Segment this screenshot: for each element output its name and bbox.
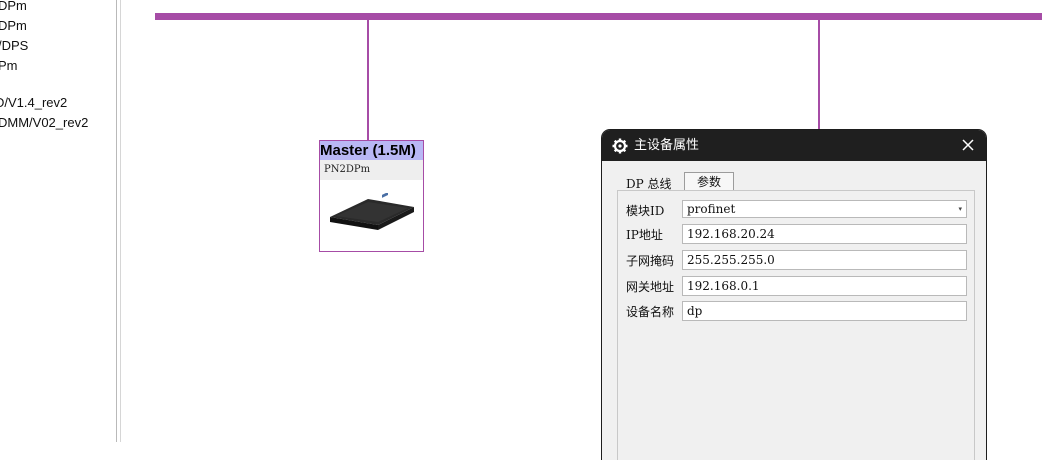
gear-icon — [612, 138, 628, 154]
module-id-label: 模块ID — [626, 204, 665, 218]
master-properties-dialog: 主设备属性 DP 总线 参数 模块ID profinet ▾ IP地址 192.… — [602, 130, 986, 460]
bus-drop-line — [367, 20, 369, 140]
dialog-titlebar[interactable]: 主设备属性 — [602, 130, 986, 161]
tree-item[interactable]: D/V1.4_rev2 — [0, 95, 67, 110]
close-icon[interactable] — [960, 137, 976, 153]
master-device-block[interactable]: Master (1.5M) PN2DPm — [319, 140, 424, 252]
tab-params[interactable]: 参数 — [684, 172, 734, 191]
mini-pc-image — [330, 193, 414, 230]
module-id-value: profinet — [687, 202, 736, 216]
ip-label: IP地址 — [626, 228, 663, 242]
panel-splitter[interactable] — [116, 0, 117, 442]
tree-item[interactable]: /DPS — [0, 38, 28, 53]
tree-item[interactable]: DPm — [0, 18, 27, 33]
ip-field[interactable]: 192.168.20.24 — [682, 224, 967, 244]
tree-item[interactable]: DPm — [0, 0, 27, 13]
tree-item[interactable]: DMM/V02_rev2 — [0, 115, 88, 130]
device-name-label: 设备名称 — [626, 305, 675, 319]
module-id-select[interactable]: profinet ▾ — [682, 200, 967, 218]
master-device-title: Master (1.5M) — [320, 141, 423, 160]
master-device-model: PN2DPm — [320, 160, 423, 180]
chevron-down-icon[interactable]: ▾ — [958, 201, 962, 217]
subnet-field[interactable]: 255.255.255.0 — [682, 250, 967, 270]
gateway-label: 网关地址 — [626, 280, 675, 294]
params-tab-panel: 模块ID profinet ▾ IP地址 192.168.20.24 子网掩码 … — [617, 190, 975, 460]
tree-item[interactable]: Pm — [0, 58, 18, 73]
device-tree-panel: DPm DPm /DPS Pm D/V1.4_rev2 DMM/V02_rev2 — [0, 0, 116, 442]
dialog-title: 主设备属性 — [634, 138, 700, 153]
device-name-field[interactable]: dp — [682, 301, 967, 321]
subnet-label: 子网掩码 — [626, 254, 675, 268]
panel-divider — [120, 0, 121, 442]
dp-bus-line[interactable] — [155, 13, 1042, 20]
gateway-field[interactable]: 192.168.0.1 — [682, 276, 967, 296]
bus-drop-line — [818, 20, 820, 130]
